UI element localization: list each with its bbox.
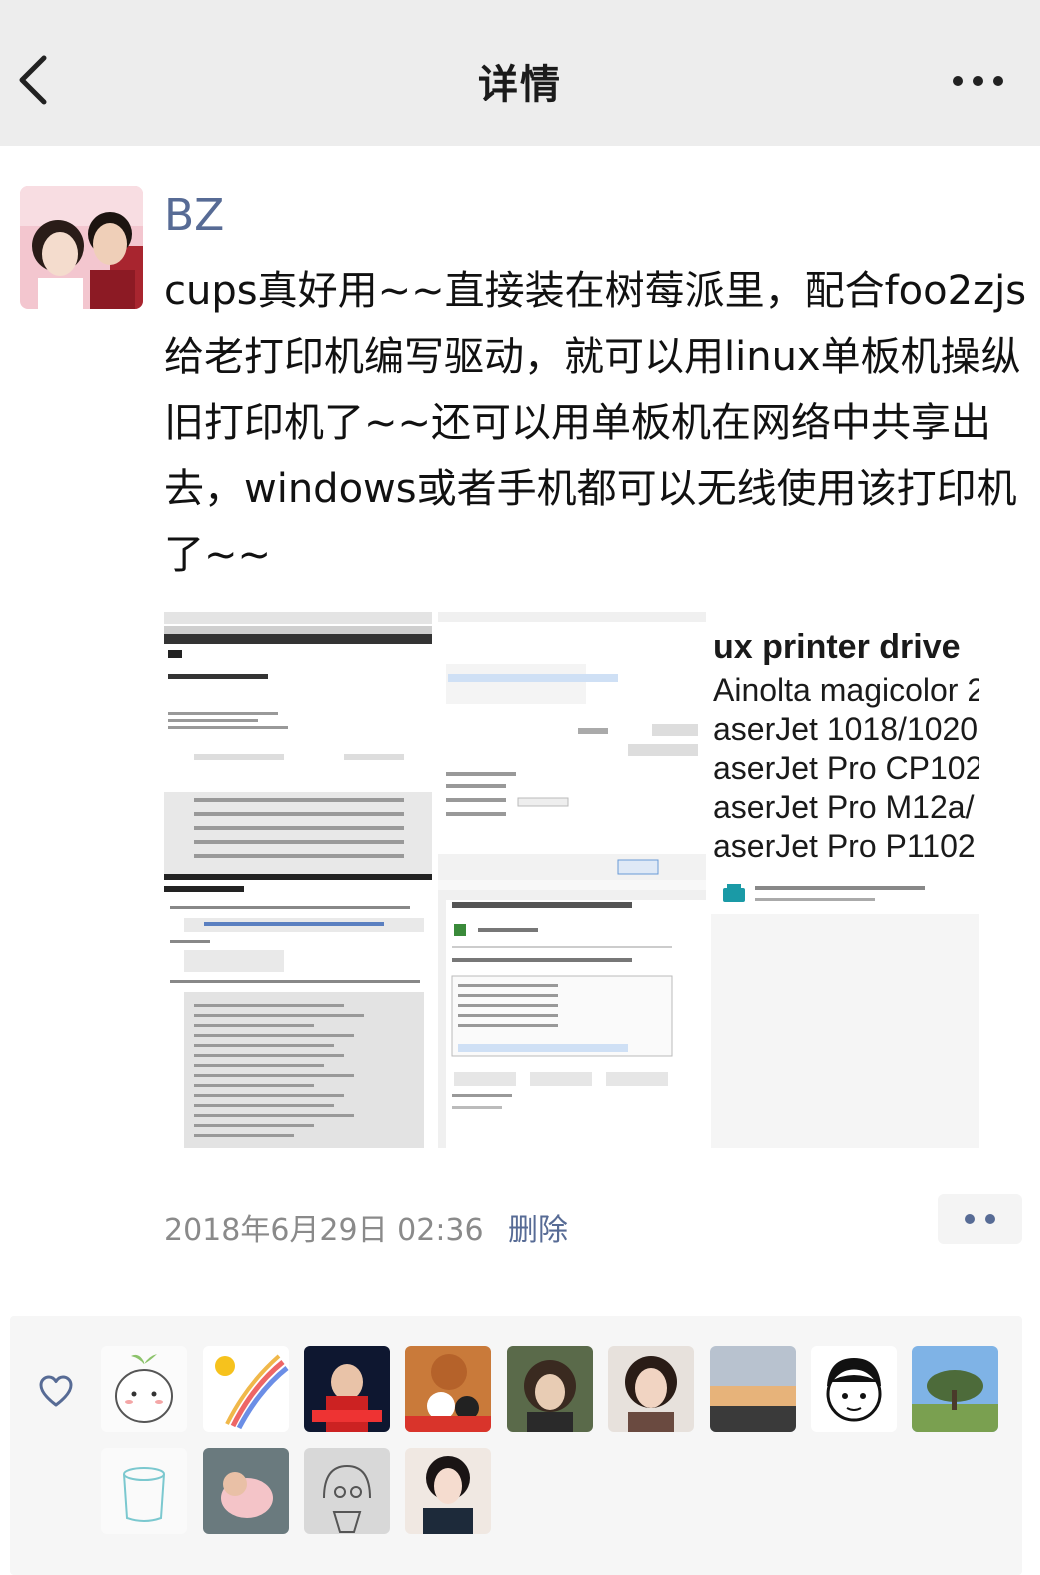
post-text: cups真好用~~直接装在树莓派里，配合foo2zjs给老打印机编写驱动，就可以… [164,268,1027,578]
post-image-5[interactable] [438,880,706,1148]
liker-avatar[interactable] [811,1346,897,1432]
post-image-4[interactable] [164,880,432,1148]
author-name[interactable]: BZ [164,190,224,241]
liker-avatar[interactable] [912,1346,998,1432]
like-heart[interactable] [38,1374,74,1410]
print-dialog-screenshot-icon [438,612,706,880]
cartoon-boy-avatar-icon [811,1346,897,1432]
printer-list-line: aserJet Pro M12a/ [713,789,975,825]
liker-avatar[interactable] [710,1346,796,1432]
liker-avatar[interactable] [101,1346,187,1432]
woman-portrait-avatar-icon [608,1346,694,1432]
cartoon-sprout-avatar-icon [101,1346,187,1432]
printer-list-line: aserJet 1018/1020 [713,711,979,747]
sunset-sky-avatar-icon [710,1346,796,1432]
printer-list-line: aserJet Pro P1102 [713,828,976,864]
manga-sketch-avatar-icon [304,1448,390,1534]
post-image-1[interactable] [164,612,432,880]
more-dots-icon [953,76,1003,86]
network-printer-entry-icon [711,880,979,1148]
author-avatar[interactable] [20,186,143,309]
tree-landscape-avatar-icon [912,1346,998,1432]
printer-list-line: aserJet Pro CP102 [713,750,979,786]
toys-avatar-icon [405,1346,491,1432]
post-image-3[interactable]: ux printer drive Ainolta magicolor 2 ase… [711,612,979,880]
liker-avatar[interactable] [507,1346,593,1432]
post-timestamp: 2018年6月29日 02:36 [164,1213,484,1248]
liker-avatar[interactable] [203,1448,289,1534]
page-title: 详情 [478,62,562,108]
install-instructions-screenshot-icon [164,880,432,1148]
printer-properties-screenshot-icon [438,880,706,1148]
more-options-button[interactable] [948,66,1008,96]
baby-photo-avatar-icon [203,1448,289,1534]
liker-avatar[interactable] [304,1346,390,1432]
liker-avatar[interactable] [203,1346,289,1432]
anime-girl-avatar-icon [507,1346,593,1432]
couple-photo-icon [20,186,143,309]
printer-list-line: Ainolta magicolor 2 [713,672,979,708]
cups-web-screenshot-icon [164,612,432,880]
liker-avatar[interactable] [405,1346,491,1432]
post-image-6[interactable] [711,880,979,1148]
post-image-2[interactable] [438,612,706,880]
heart-icon [39,1375,73,1407]
child-poster-avatar-icon [304,1346,390,1432]
sun-rainbow-avatar-icon [203,1346,289,1432]
delete-link[interactable]: 删除 [508,1205,568,1249]
two-dots-icon [965,1214,995,1224]
liker-avatar[interactable] [304,1448,390,1534]
liker-avatar[interactable] [101,1448,187,1534]
liker-avatar[interactable] [608,1346,694,1432]
top-navigation-bar: 详情 [0,0,1040,146]
cup-sketch-avatar-icon [101,1448,187,1534]
liker-avatar[interactable] [405,1448,491,1534]
woman-qipao-avatar-icon [405,1448,491,1534]
printer-list-heading: ux printer drive [713,628,961,666]
like-comment-button[interactable] [938,1194,1022,1244]
